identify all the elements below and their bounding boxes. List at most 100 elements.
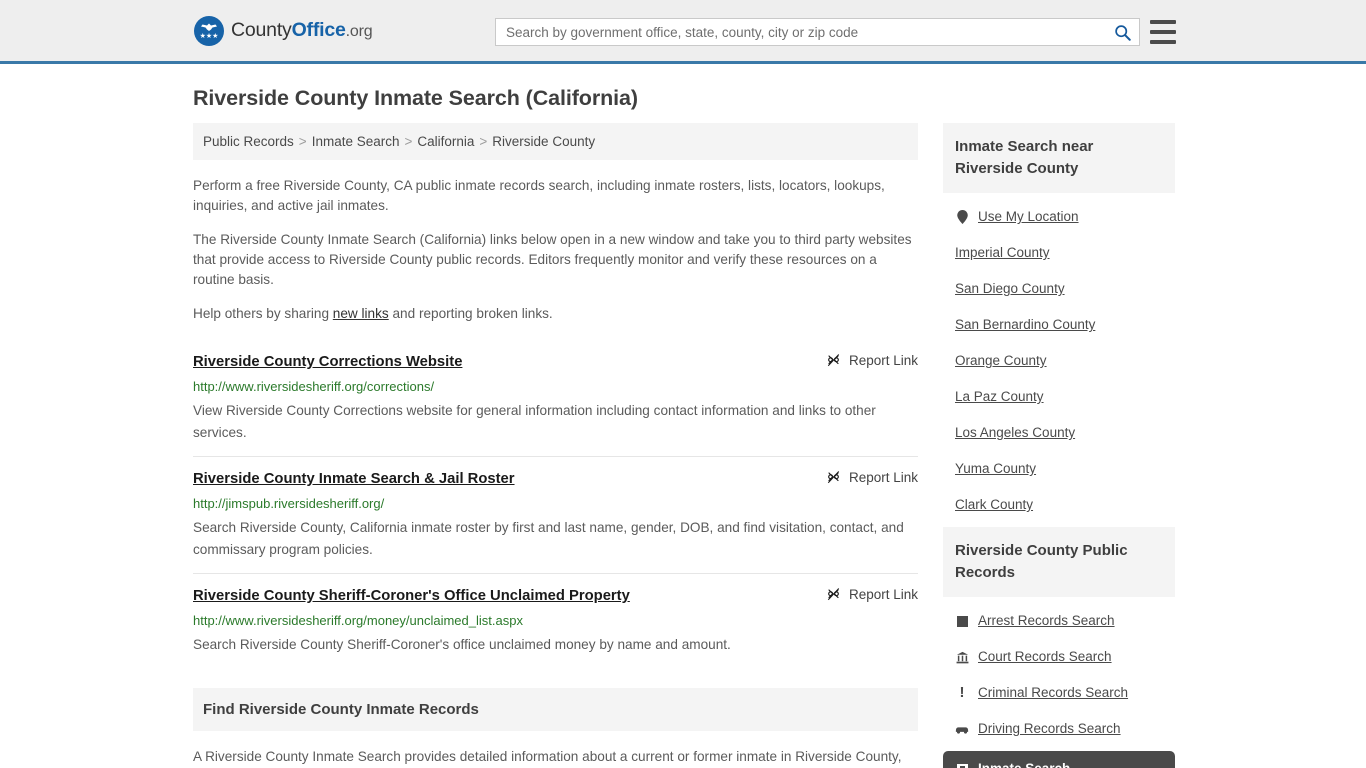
logo-stars: ★★★ [199,32,219,40]
sidebar-link-san-bernardino-county[interactable]: San Bernardino County [955,316,1095,334]
inmate-glyph [956,763,968,768]
sidebar: Inmate Search near Riverside County Use … [943,123,1175,768]
sidebar-link-court-records-search[interactable]: Court Records Search [978,648,1112,666]
sidebar-link-yuma-county[interactable]: Yuma County [955,460,1036,478]
sidebar-item-imperial-county[interactable]: Imperial County [943,235,1175,271]
sidebar-heading-near: Inmate Search near Riverside County [943,123,1175,193]
broken-link-icon [827,588,840,601]
page-title: Riverside County Inmate Search (Californ… [193,86,638,110]
result-title-link[interactable]: Riverside County Sheriff-Coroner's Offic… [193,586,630,606]
sidebar-item-clark-county[interactable]: Clark County [943,487,1175,523]
sidebar-link-use-my-location[interactable]: Use My Location [978,208,1079,226]
sidebar-link-inmate-search[interactable]: Inmate Search [978,760,1070,768]
intro-p3-before: Help others by sharing [193,306,333,321]
sidebar-item-la-paz-county[interactable]: La Paz County [943,379,1175,415]
exclamation-icon: ! [959,684,965,701]
sidebar-card-public-records: Riverside County Public Records Arrest R… [943,527,1175,768]
sidebar-link-la-paz-county[interactable]: La Paz County [955,388,1044,406]
breadcrumb-item-california[interactable]: California [417,134,474,149]
sidebar-item-criminal-records-search[interactable]: ! Criminal Records Search [943,675,1175,711]
sidebar-link-imperial-county[interactable]: Imperial County [955,244,1050,262]
report-link-button[interactable]: Report Link [826,586,918,602]
sidebar-item-inmate-search[interactable]: Inmate Search [943,751,1175,768]
sidebar-item-san-bernardino-county[interactable]: San Bernardino County [943,307,1175,343]
breadcrumb-separator-3: > [479,134,488,149]
content-container: Riverside County Inmate Search (Californ… [188,64,1178,768]
intro-paragraph-3: Help others by sharing new links and rep… [193,304,918,324]
brand-part-3: .org [345,23,373,40]
sidebar-link-orange-county[interactable]: Orange County [955,352,1047,370]
result-title-link[interactable]: Riverside County Inmate Search & Jail Ro… [193,469,515,489]
result-item: Riverside County Inmate Search & Jail Ro… [193,456,918,573]
sidebar-item-yuma-county[interactable]: Yuma County [943,451,1175,487]
search-icon [1114,24,1131,41]
broken-link-icon [827,471,840,484]
result-title-link[interactable]: Riverside County Corrections Website [193,352,462,372]
main-column: Public Records > Inmate Search > California >… [193,123,918,768]
sidebar-link-driving-records-search[interactable]: Driving Records Search [978,720,1121,738]
sidebar-link-criminal-records-search[interactable]: Criminal Records Search [978,684,1128,702]
result-description: Search Riverside County, California inma… [193,520,904,557]
brand-logo-link[interactable]: ★★★ CountyOffice.org [194,15,373,46]
intro-text: Perform a free Riverside County, CA publ… [193,176,918,324]
sidebar-item-los-angeles-county[interactable]: Los Angeles County [943,415,1175,451]
breadcrumb: Public Records > Inmate Search > California >… [193,123,918,160]
broken-link-icon [827,354,840,367]
breadcrumb-separator-2: > [404,134,413,149]
brand-part-2: Office [291,19,346,41]
result-description: View Riverside County Corrections websit… [193,403,876,440]
search-input[interactable] [496,19,1105,45]
breadcrumb-separator-1: > [298,134,307,149]
square-glyph [956,615,968,627]
search-button[interactable] [1105,19,1139,45]
sidebar-item-orange-county[interactable]: Orange County [943,343,1175,379]
result-header: Riverside County Sheriff-Coroner's Offic… [193,586,918,606]
sidebar-heading-public-records: Riverside County Public Records [943,527,1175,597]
report-link-button[interactable]: Report Link [826,352,918,368]
car-glyph [955,726,969,734]
sidebar-item-arrest-records-search[interactable]: Arrest Records Search [943,603,1175,639]
sidebar-item-court-records-search[interactable]: Court Records Search [943,639,1175,675]
report-link-button[interactable]: Report Link [826,469,918,485]
sidebar-link-clark-county[interactable]: Clark County [955,496,1033,514]
report-link-label: Report Link [848,353,918,368]
courthouse-glyph [956,651,968,663]
sidebar-link-san-diego-county[interactable]: San Diego County [955,280,1065,298]
result-header: Riverside County Inmate Search & Jail Ro… [193,469,918,489]
inmate-icon [955,762,969,768]
sidebar-item-use-my-location[interactable]: Use My Location [943,199,1175,235]
breadcrumb-item-riverside-county[interactable]: Riverside County [492,134,595,149]
eagle-glyph [201,23,217,31]
result-item: Riverside County Sheriff-Coroner's Offic… [193,573,918,668]
eagle-seal-icon: ★★★ [194,15,224,46]
result-header: Riverside County Corrections Website Rep… [193,352,918,372]
find-records-paragraph: A Riverside County Inmate Search provide… [193,749,902,764]
sidebar-item-driving-records-search[interactable]: Driving Records Search [943,711,1175,747]
brand-part-1: County [231,19,292,41]
sidebar-near-list: Use My Location Imperial County San Dieg… [943,193,1175,523]
sidebar-public-records-list: Arrest Records Search Court Records Sear… [943,597,1175,768]
car-icon [955,722,969,736]
result-description: Search Riverside County Sheriff-Coroner'… [193,637,731,652]
menu-bar-1 [1150,20,1176,24]
sidebar-card-near: Inmate Search near Riverside County Use … [943,123,1175,523]
map-pin-glyph [956,210,968,224]
columns: Public Records > Inmate Search > California >… [193,123,1175,768]
find-records-heading: Find Riverside County Inmate Records [193,688,918,731]
search-bar [495,18,1140,46]
new-links-link[interactable]: new links [333,306,389,321]
breadcrumb-item-public-records[interactable]: Public Records [203,134,294,149]
result-url: http://jimspub.riversidesheriff.org/ [193,496,385,511]
breadcrumb-item-inmate-search[interactable]: Inmate Search [312,134,400,149]
brand-wordmark: CountyOffice.org [231,19,373,42]
menu-bar-3 [1150,40,1176,44]
sidebar-link-los-angeles-county[interactable]: Los Angeles County [955,424,1075,442]
map-pin-icon [955,210,969,224]
report-link-label: Report Link [848,587,918,602]
sidebar-item-san-diego-county[interactable]: San Diego County [943,271,1175,307]
intro-paragraph-1: Perform a free Riverside County, CA publ… [193,178,885,213]
site-header: ★★★ CountyOffice.org [0,0,1366,64]
hamburger-menu-icon[interactable] [1150,20,1176,44]
sidebar-link-arrest-records-search[interactable]: Arrest Records Search [978,612,1115,630]
menu-bar-2 [1150,30,1176,34]
